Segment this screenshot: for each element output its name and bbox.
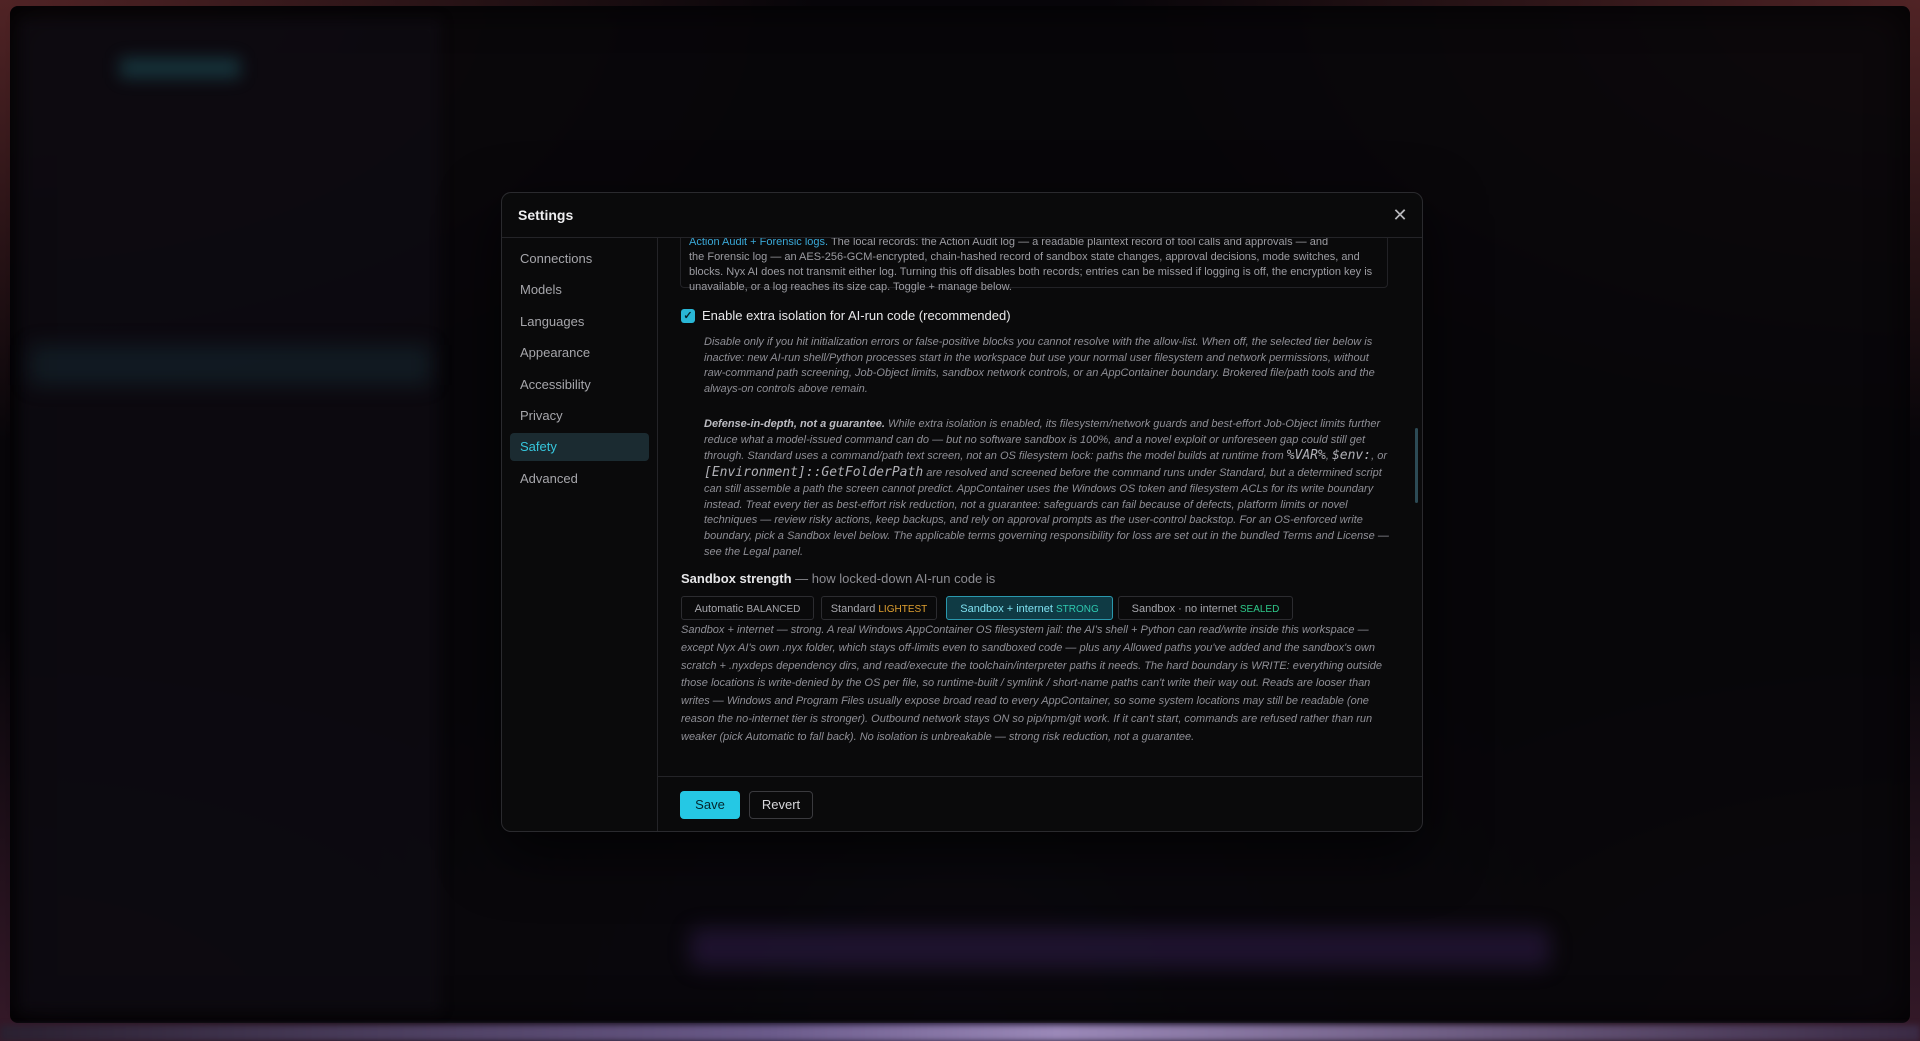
nav-item-connections[interactable]: Connections [510,245,649,273]
audit-log-heading-rest: The local records: the Action Audit log … [828,238,1329,248]
app-input-bar-blurred [690,928,1550,968]
nav-item-safety[interactable]: Safety [510,433,649,461]
desktop-taskbar-blurred [0,1025,1920,1041]
sandbox-strength-heading: Sandbox strength — how locked-down AI-ru… [681,571,995,586]
close-icon[interactable]: ✕ [1388,203,1412,227]
safety-panel: Action Audit + Forensic logs. The local … [658,238,1422,776]
tier-automatic-tag: BALANCED [746,604,801,615]
settings-nav: Connections Models Languages Appearance … [502,238,658,831]
modal-footer: Save Revert [658,776,1422,831]
tier-sandbox-no-internet-label: Sandbox · no internet [1131,603,1237,615]
nav-item-accessibility[interactable]: Accessibility [510,371,649,399]
tier-sandbox-no-internet-tag: SEALED [1239,604,1280,615]
tier-automatic-button[interactable]: Automatic BALANCED [681,596,814,620]
isolation-note: Disable only if you hit initialization e… [704,336,1375,396]
nav-item-models[interactable]: Models [510,276,649,304]
tier-sandbox-internet-label: Sandbox + internet [960,603,1053,615]
nav-item-privacy[interactable]: Privacy [510,402,649,430]
audit-log-body: the Forensic log — an AES-256-GCM-encryp… [689,251,1373,293]
audit-log-notice: Action Audit + Forensic logs. The local … [680,238,1388,293]
sandbox-strength-subtitle: — how locked-down AI-run code is [791,571,996,586]
defense-text-2: are resolved and screened before the com… [704,467,1389,558]
modal-header: Settings ✕ [502,193,1422,238]
checkbox-checked-icon[interactable]: ✓ [681,309,695,323]
isolation-toggle-label: Enable extra isolation for AI-run code (… [702,308,1011,323]
nav-item-languages[interactable]: Languages [510,308,649,336]
tier-standard-button[interactable]: Standard LIGHTEST [821,596,937,620]
code-getfolderpath: [Environment]::GetFolderPath [704,465,924,481]
tier-standard-label: Standard [830,603,876,615]
tier-sandbox-internet-tag: STRONG [1055,604,1099,615]
defense-notice: Defense-in-depth, not a guarantee. While… [704,417,1390,560]
tier-description: Sandbox + internet — strong. A real Wind… [681,624,1383,743]
defense-sep-2: , or [1371,450,1387,463]
nav-item-appearance[interactable]: Appearance [510,339,649,367]
tier-sandbox-internet-button[interactable]: Sandbox + internet STRONG [946,596,1113,620]
revert-button[interactable]: Revert [749,791,813,819]
tier-automatic-label: Automatic [694,603,744,615]
app-sidebar-blurred [20,20,440,1011]
save-button[interactable]: Save [680,791,740,819]
code-var: %VAR% [1286,448,1326,464]
app-sidebar-highlight-blurred [30,345,430,385]
content-scrollbar[interactable] [1415,428,1418,503]
code-env: $env: [1331,448,1372,464]
audit-log-heading: Action Audit + Forensic logs. [689,238,829,248]
nav-item-advanced[interactable]: Advanced [510,465,649,493]
audit-log-first-line: Action Audit + Forensic logs. The local … [689,238,1379,250]
tier-sandbox-no-internet-button[interactable]: Sandbox · no internet SEALED [1118,596,1293,620]
settings-modal: Settings ✕ Connections Models Languages … [501,192,1423,832]
modal-title: Settings [518,207,574,223]
defense-title: Defense-in-depth, not a guarantee. [704,418,885,430]
app-logo-blurred [120,58,240,78]
tier-standard-tag: LIGHTEST [878,604,928,615]
sandbox-strength-title: Sandbox strength [681,571,792,586]
